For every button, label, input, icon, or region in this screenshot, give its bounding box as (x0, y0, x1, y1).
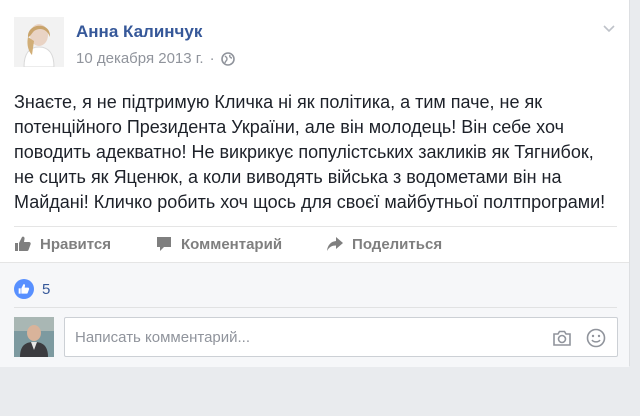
share-label: Поделиться (352, 235, 443, 253)
camera-icon[interactable] (551, 327, 573, 349)
author-name[interactable]: Анна Калинчук (76, 22, 202, 42)
comment-input[interactable] (73, 327, 537, 347)
author-avatar[interactable] (14, 17, 64, 67)
post-date[interactable]: 10 декабря 2013 г. (76, 50, 204, 67)
comment-label: Комментарий (181, 235, 283, 253)
like-summary[interactable]: 5 (14, 279, 50, 299)
smiley-icon[interactable] (585, 327, 607, 349)
divider (14, 307, 617, 308)
divider (14, 226, 617, 227)
share-arrow-icon (327, 237, 344, 251)
like-label: Нравится (40, 235, 112, 253)
like-count[interactable]: 5 (42, 281, 50, 298)
chevron-down-icon[interactable] (601, 20, 617, 36)
post-meta: 10 декабря 2013 г. · (76, 50, 235, 67)
post-card: Анна Калинчук 10 декабря 2013 г. · Знаєт… (0, 0, 630, 367)
current-user-avatar[interactable] (14, 317, 54, 357)
globe-icon[interactable] (220, 51, 235, 66)
action-bar: Нравится Комментарий Поделиться (14, 233, 486, 255)
like-button[interactable]: Нравится (14, 235, 111, 253)
comment-box (64, 317, 618, 357)
comment-button[interactable]: Комментарий (155, 235, 282, 253)
meta-separator: · (209, 50, 215, 67)
reactions-section: 5 (0, 262, 629, 367)
like-badge-icon (14, 279, 34, 299)
thumbs-up-icon (15, 236, 31, 251)
share-button[interactable]: Поделиться (326, 235, 442, 253)
comment-icon (157, 237, 172, 251)
post-text: Знаєте, я не підтримую Кличка ні як полі… (14, 92, 606, 212)
